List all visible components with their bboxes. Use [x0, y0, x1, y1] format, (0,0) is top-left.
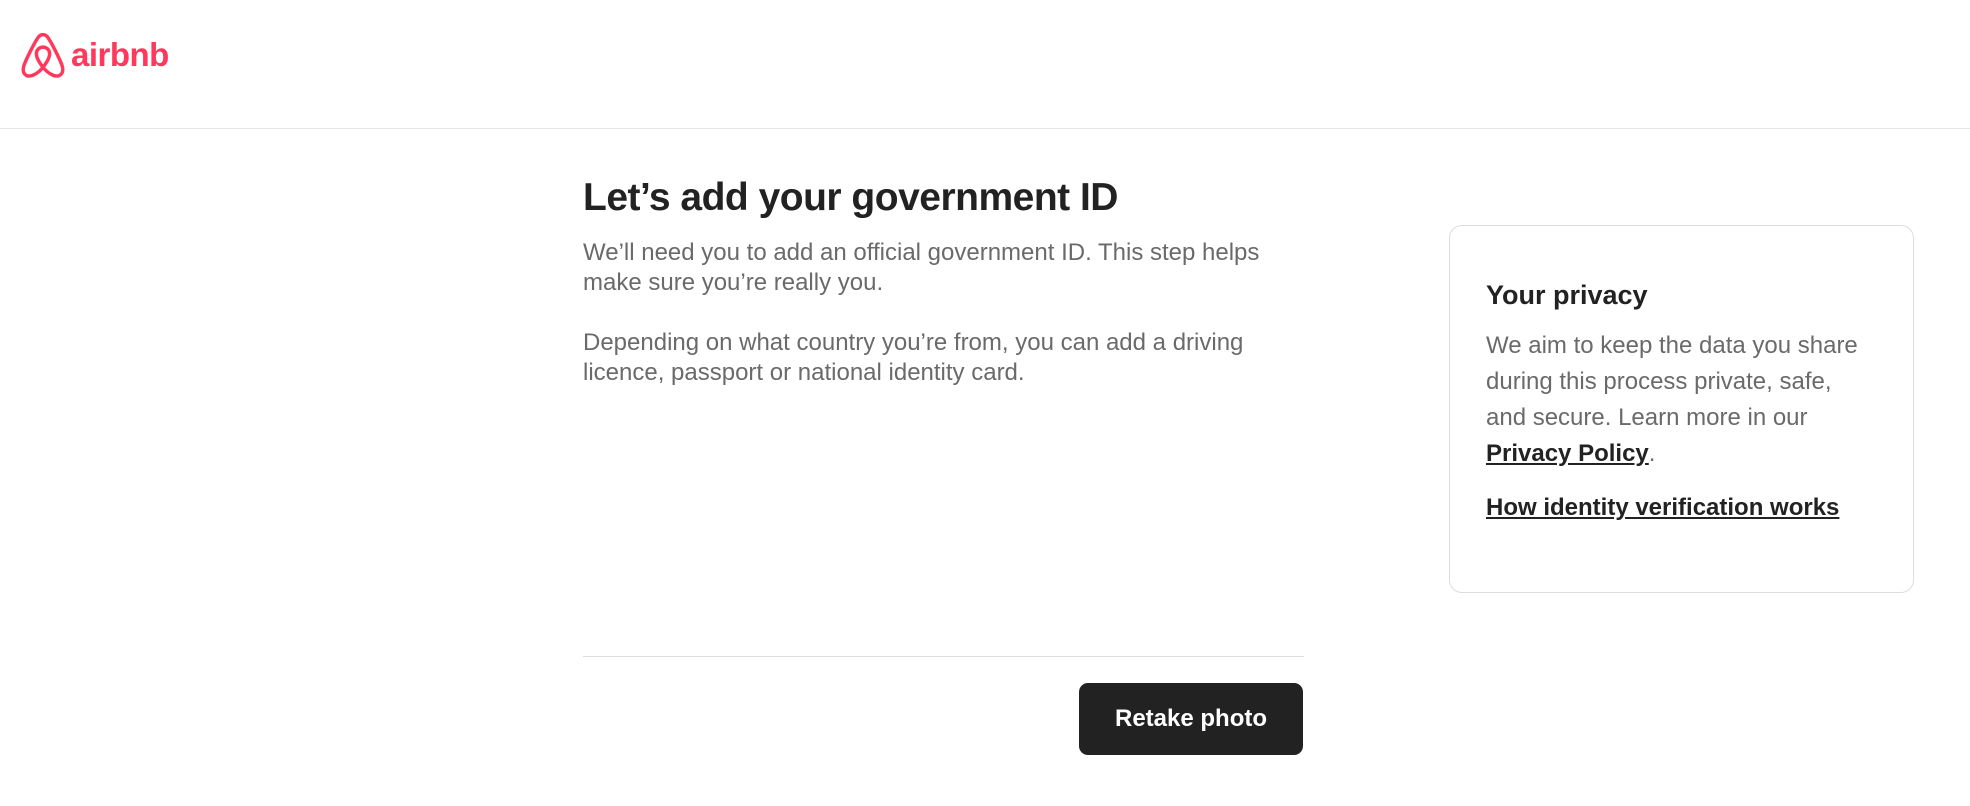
airbnb-logo-icon: [20, 32, 66, 81]
footer-divider: [583, 656, 1304, 657]
privacy-period: .: [1648, 440, 1656, 467]
page-title: Let’s add your government ID: [583, 176, 1118, 219]
how-verification-works-link[interactable]: How identity verification works: [1486, 490, 1839, 526]
intro-paragraph: We’ll need you to add an official govern…: [583, 239, 1260, 296]
main-content: Let’s add your government ID We’ll need …: [583, 170, 1304, 388]
top-header: airbnb: [0, 0, 1970, 129]
id-types-paragraph: Depending on what country you’re from, y…: [583, 329, 1244, 386]
retake-photo-button[interactable]: Retake photo: [1079, 683, 1303, 755]
privacy-policy-link[interactable]: Privacy Policy: [1486, 440, 1649, 467]
privacy-title: Your privacy: [1486, 280, 1648, 310]
privacy-text: We aim to keep the data you share during…: [1486, 328, 1877, 472]
airbnb-logo[interactable]: airbnb: [20, 32, 169, 81]
privacy-description: We aim to keep the data you share during…: [1486, 332, 1858, 431]
privacy-card: Your privacy We aim to keep the data you…: [1449, 225, 1914, 593]
logo-wordmark: airbnb: [71, 35, 169, 73]
